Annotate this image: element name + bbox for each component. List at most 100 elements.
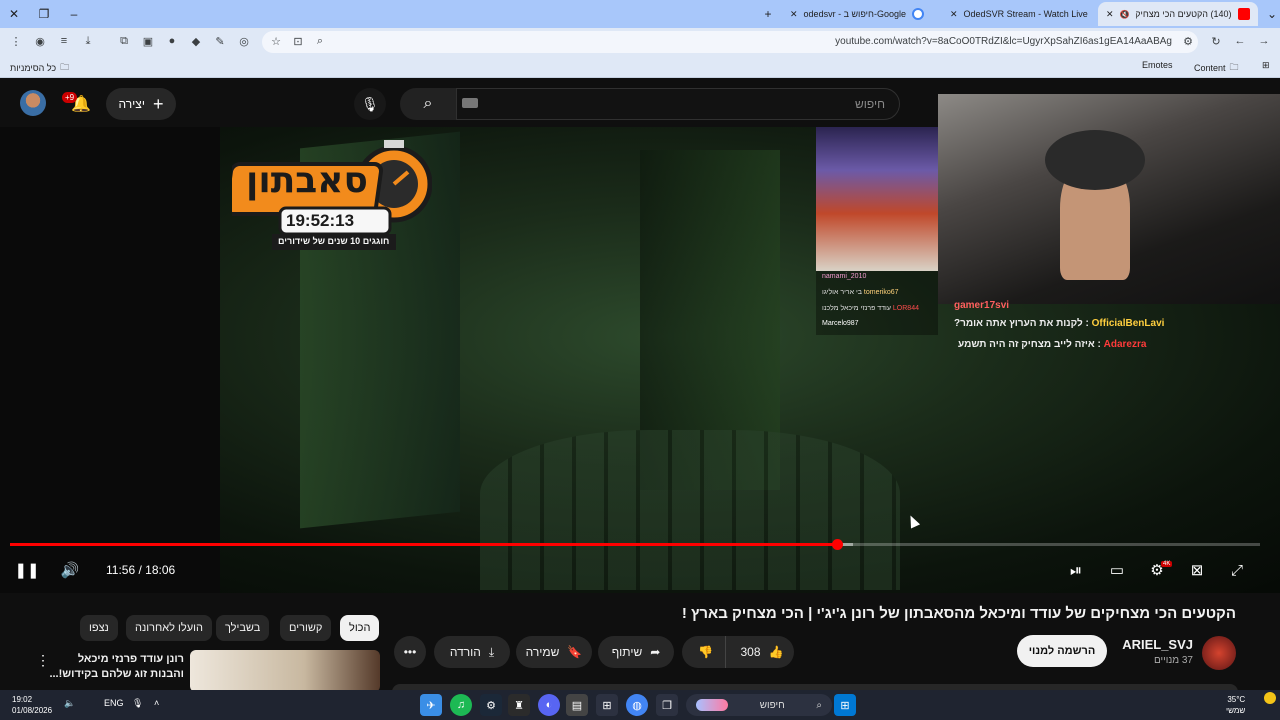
like-count: 308 [740, 645, 761, 659]
volume-icon[interactable]: 🔊 [58, 559, 82, 581]
dislike-button[interactable]: 👎 [686, 636, 726, 668]
bookmark-emotes-label: Emotes [1142, 60, 1173, 70]
chat-small-line: tomeriko67 בי אריר אוליגו [822, 289, 899, 296]
apps-grid-icon[interactable]: ⊞ [1262, 60, 1270, 71]
mute-tab-icon[interactable]: 🔇 [1120, 10, 1130, 19]
downloads-icon[interactable]: ⤓ [80, 33, 96, 49]
tab-google[interactable]: ✕ odedsvr - חיפוש ב-Google [782, 2, 936, 26]
user-avatar[interactable] [20, 90, 46, 116]
extension-d-icon[interactable]: ✎ [212, 33, 228, 49]
recommendation-thumbnail[interactable] [190, 650, 380, 692]
pause-icon[interactable]: ❚❚ [14, 559, 39, 581]
chip-watched[interactable]: נצפו [80, 615, 118, 641]
keyboard-icon[interactable] [462, 98, 478, 108]
extensions-icon[interactable]: ⧉ [116, 33, 132, 49]
menu-icon[interactable]: ⋮ [8, 33, 24, 49]
headphones [1045, 130, 1145, 190]
url-text[interactable]: youtube.com/watch?v=8aCoO0TRdZI&lc=UgyrX… [835, 36, 1172, 47]
download-button[interactable]: הורדה ⤓ [434, 636, 510, 668]
fullscreen-icon[interactable]: ⤢ [1226, 559, 1248, 581]
reload-icon[interactable]: ↻ [1208, 33, 1224, 49]
restore-window-icon[interactable]: ❐ [34, 4, 54, 24]
save-label: שמירה [525, 645, 560, 659]
subscribe-button[interactable]: הרשמה למנוי [1017, 635, 1107, 667]
extension-a-icon[interactable]: ▣ [140, 33, 156, 49]
chip-all[interactable]: הכול [340, 615, 380, 641]
theater-mode-icon[interactable]: ⊠ [1186, 559, 1208, 581]
spotify-icon[interactable]: ♫ [450, 694, 472, 716]
widgets-grid-icon[interactable]: ⊞ [596, 694, 618, 716]
taskbar-clock[interactable]: 19:02 01/08/2026 [12, 694, 52, 716]
language-indicator[interactable]: ENG [104, 698, 124, 708]
channel-name[interactable]: ARIEL_SVJ [1122, 637, 1193, 652]
save-button[interactable]: שמירה 🔖 [516, 636, 592, 668]
channel-avatar[interactable] [1202, 636, 1236, 670]
tab-kick-title: OdedSVR Stream - Watch Live [963, 9, 1088, 19]
media-icon[interactable]: ≡ [56, 33, 72, 49]
minimize-window-icon[interactable]: – [64, 4, 84, 24]
zoom-icon[interactable]: ⌕ [312, 33, 328, 49]
game-app-icon[interactable]: ♜ [508, 694, 530, 716]
tab-youtube-title: (140) הקטעים הכי מצחיקים [1135, 9, 1232, 19]
windows-start-icon[interactable]: ⊞ [834, 694, 856, 716]
weather-temp: 35°C [1227, 695, 1246, 704]
taskbar-search[interactable]: ⌕ חיפוש [686, 694, 832, 716]
create-button[interactable]: יצירה + [106, 88, 176, 120]
weather-widget[interactable]: 35°C שמשי [1226, 694, 1245, 716]
close-tab-icon[interactable]: ✕ [790, 9, 798, 20]
quality-badge: 4K [1161, 561, 1173, 567]
tab-search-icon[interactable]: ⌄ [1262, 4, 1280, 24]
app-icon[interactable]: ▤ [566, 694, 588, 716]
like-button[interactable]: 308 👍 [730, 636, 794, 668]
all-bookmarks[interactable]: כל הסימניות 🗀 [10, 60, 69, 76]
task-view-icon[interactable]: ❐ [656, 694, 678, 716]
share-icon: ➦ [650, 645, 661, 659]
back-icon[interactable]: → [1256, 33, 1272, 49]
chip-recently-uploaded[interactable]: הועלו לאחרונה [126, 615, 212, 641]
translate-icon[interactable]: ⊡ [290, 33, 306, 49]
voice-search-mic-icon[interactable]: 🎙 [354, 88, 386, 120]
search-icon[interactable]: ⌕ [400, 88, 456, 120]
bookmark-star-icon[interactable]: ☆ [268, 33, 284, 49]
close-window-icon[interactable]: ✕ [4, 4, 24, 24]
extension-c-icon[interactable]: ◆ [188, 33, 204, 49]
profile-icon[interactable]: ◉ [32, 33, 48, 49]
logo-timer: 19:52:13 [286, 211, 355, 230]
subtitles-icon[interactable]: ▭ [1106, 559, 1128, 581]
speaker-icon[interactable]: 🔈 [64, 698, 75, 709]
bookmark-content[interactable]: Content 🗀 [1194, 60, 1239, 76]
share-button[interactable]: שיתוף ➦ [598, 636, 674, 668]
bookmark-emotes[interactable]: Emotes [1142, 60, 1173, 70]
search-input[interactable]: חיפוש [456, 88, 900, 120]
search-icon: ⌕ [816, 699, 822, 711]
chip-for-you[interactable]: בשבילך [216, 615, 270, 641]
mic-tray-icon[interactable]: 🎙 [132, 698, 143, 709]
steam-icon[interactable]: ⚙ [480, 694, 502, 716]
tray-expand-icon[interactable]: ˄ [154, 698, 159, 708]
site-settings-icon[interactable]: ⚙ [1180, 33, 1196, 49]
folder-icon: 🗀 [60, 62, 70, 72]
clock-time: 19:02 [12, 695, 33, 704]
more-actions-icon[interactable]: ••• [394, 636, 426, 668]
google-favicon-icon [911, 8, 924, 20]
close-tab-icon[interactable]: ✕ [950, 9, 958, 20]
streamer-webcam-left [816, 127, 938, 271]
new-tab-icon[interactable]: + [758, 4, 778, 24]
forward-icon[interactable]: ← [1232, 33, 1248, 49]
chrome-icon[interactable]: ◍ [626, 694, 648, 716]
extension-e-icon[interactable]: ◎ [236, 33, 252, 49]
chip-related[interactable]: קשורים [280, 615, 332, 641]
extension-b-icon[interactable]: ● [164, 33, 180, 49]
discord-icon[interactable]: ◐ [538, 694, 560, 716]
telegram-icon[interactable]: ✈ [420, 694, 442, 716]
recommendation-title[interactable]: רונן עודד פרנזי מיכאל והבנות זוג שלהם בק… [44, 652, 184, 682]
time-display: 11:56 / 18:06 [106, 563, 176, 577]
tab-youtube[interactable]: ✕ 🔇 (140) הקטעים הכי מצחיקים [1098, 2, 1258, 26]
chat-big-line: gamer17svi [954, 300, 1010, 311]
tab-kick[interactable]: ✕ OdedSVR Stream - Watch Live [942, 2, 1092, 26]
bookmark-content-label: Content [1194, 63, 1226, 73]
close-tab-icon[interactable]: ✕ [1106, 9, 1114, 20]
autoplay-toggle-icon[interactable]: ⏯ [1062, 559, 1090, 581]
recommendation-more-icon[interactable]: ⋮ [36, 652, 50, 669]
weather-sun-icon [1264, 692, 1276, 704]
